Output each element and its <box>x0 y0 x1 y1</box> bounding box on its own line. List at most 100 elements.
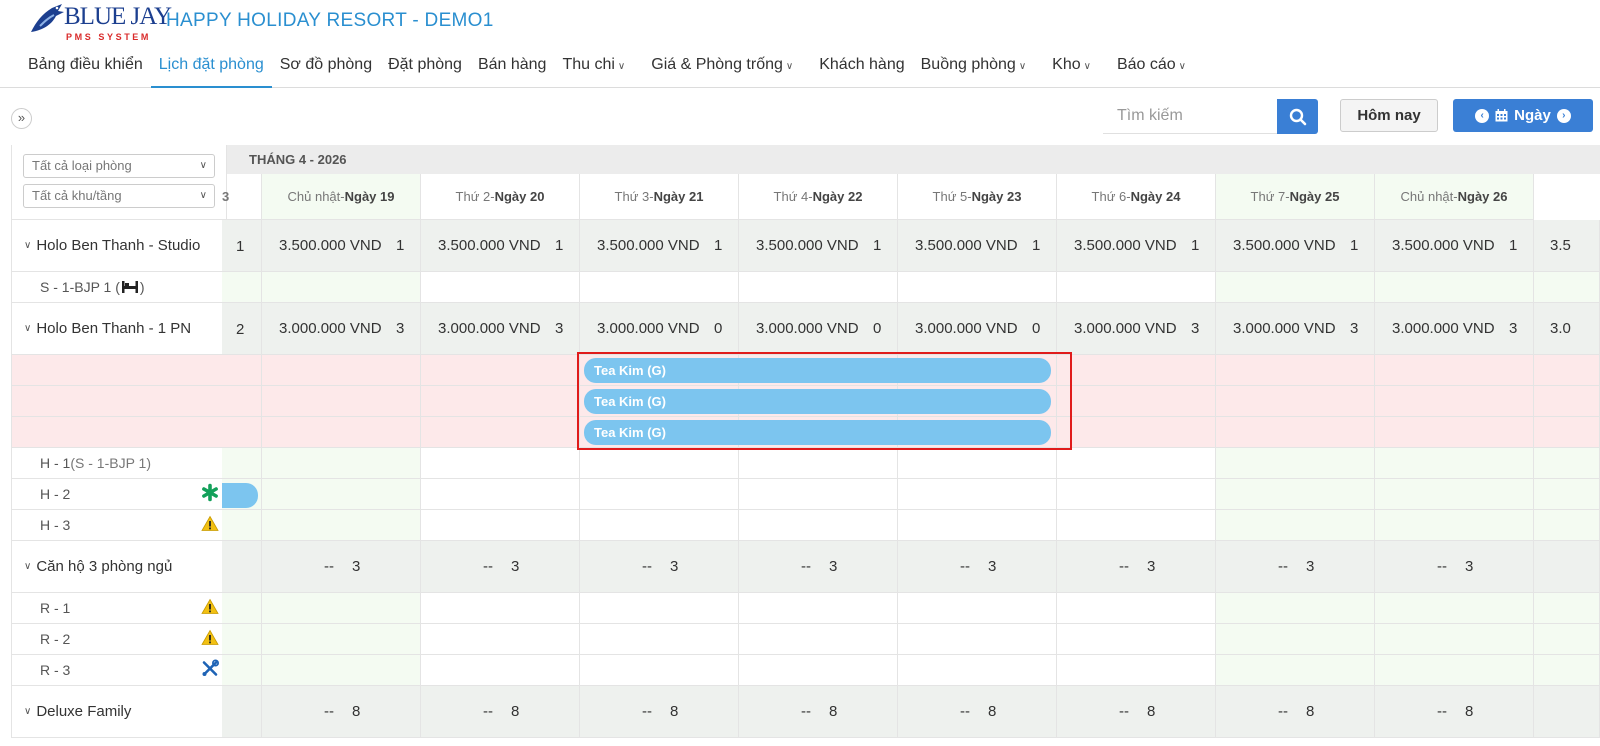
booking-cell[interactable] <box>421 448 580 479</box>
nav-item-4[interactable]: Bán hàng <box>470 52 555 88</box>
booking-cell[interactable] <box>739 479 898 510</box>
booking-cell[interactable] <box>1375 417 1534 448</box>
day-header[interactable]: Thứ 7-Ngày 25 <box>1216 174 1375 220</box>
day-header[interactable]: Thứ 5-Ngày 23 <box>898 174 1057 220</box>
booking-cell[interactable] <box>1375 355 1534 386</box>
rate-cell[interactable]: 3.500.000 VND 1 <box>739 220 898 272</box>
booking-cell[interactable] <box>898 593 1057 624</box>
chevron-down-icon[interactable]: ∨ <box>24 706 31 717</box>
booking-cell[interactable] <box>262 386 421 417</box>
booking-cell[interactable] <box>421 417 580 448</box>
booking-cell[interactable] <box>1057 386 1216 417</box>
rate-cell[interactable]: 3.500.000 VND 1 <box>1216 220 1375 272</box>
booking-cell[interactable] <box>421 355 580 386</box>
nav-item-9[interactable]: Kho ∨ <box>1044 52 1099 88</box>
warning-icon[interactable] <box>201 515 219 535</box>
rate-cell[interactable]: 3.000.000 VND 0 <box>898 303 1057 355</box>
rate-cell[interactable]: 3.500.000 VND 1 <box>421 220 580 272</box>
rate-cell[interactable]: -- 3 <box>739 541 898 593</box>
booking-cell[interactable] <box>739 510 898 541</box>
booking-cell[interactable] <box>421 386 580 417</box>
rate-cell[interactable]: 3.500.000 VND 1 <box>1057 220 1216 272</box>
nav-item-2[interactable]: Sơ đồ phòng <box>272 52 380 88</box>
booking-cell[interactable] <box>1216 448 1375 479</box>
chevron-down-icon[interactable]: ∨ <box>24 323 31 334</box>
booking-cell[interactable] <box>580 272 739 303</box>
booking-cell[interactable] <box>1057 417 1216 448</box>
chevron-down-icon[interactable]: ∨ <box>24 561 31 572</box>
rate-cell[interactable]: -- 3 <box>1216 541 1375 593</box>
booking-cell[interactable] <box>421 593 580 624</box>
booking-cell[interactable] <box>1057 448 1216 479</box>
rate-cell[interactable]: 3.000.000 VND 3 <box>421 303 580 355</box>
booking-bar[interactable]: Tea Kim (G) <box>584 420 1051 445</box>
booking-cell[interactable] <box>262 355 421 386</box>
today-button[interactable]: Hôm nay <box>1340 99 1438 132</box>
asterisk-icon[interactable] <box>201 483 219 505</box>
nav-item-5[interactable]: Thu chi ∨ <box>554 52 633 88</box>
booking-cell[interactable] <box>262 479 421 510</box>
room-type-group-label[interactable]: ∨ Holo Ben Thanh - 1 PN <box>11 303 227 355</box>
rate-cell[interactable]: 3.000.000 VND 3 <box>262 303 421 355</box>
booking-cell[interactable] <box>898 272 1057 303</box>
booking-cell[interactable] <box>898 479 1057 510</box>
booking-cell[interactable] <box>1375 479 1534 510</box>
day-header[interactable]: Thứ 2-Ngày 20 <box>421 174 580 220</box>
booking-bar[interactable]: Tea Kim (G) <box>584 358 1051 383</box>
day-header[interactable]: Thứ 4-Ngày 22 <box>739 174 898 220</box>
booking-cell[interactable] <box>1216 272 1375 303</box>
warning-icon[interactable] <box>201 629 219 649</box>
booking-cell[interactable] <box>739 624 898 655</box>
booking-cell[interactable] <box>1216 479 1375 510</box>
booking-cell[interactable] <box>739 593 898 624</box>
booking-cell[interactable] <box>1375 448 1534 479</box>
rate-cell[interactable]: -- 8 <box>898 686 1057 738</box>
rate-cell[interactable]: -- 8 <box>739 686 898 738</box>
chevron-right-icon[interactable]: › <box>1556 108 1571 123</box>
rate-cell[interactable]: -- 3 <box>1375 541 1534 593</box>
nav-item-3[interactable]: Đặt phòng <box>380 52 470 88</box>
booking-cell[interactable] <box>580 624 739 655</box>
rate-cell[interactable]: -- 3 <box>580 541 739 593</box>
room-type-group-label[interactable]: ∨ Holo Ben Thanh - Studio <box>11 220 227 272</box>
day-view-button[interactable]: ‹ Ngày › <box>1453 99 1593 132</box>
booking-cell[interactable] <box>262 593 421 624</box>
rate-cell[interactable]: 3.500.000 VND 1 <box>898 220 1057 272</box>
rate-cell[interactable]: 3.000.000 VND 3 <box>1057 303 1216 355</box>
booking-cell[interactable] <box>421 510 580 541</box>
rate-cell[interactable]: -- 3 <box>262 541 421 593</box>
rate-cell[interactable]: -- 8 <box>421 686 580 738</box>
search-button[interactable] <box>1277 99 1318 134</box>
nav-item-1[interactable]: Lịch đặt phòng <box>150 52 272 88</box>
booking-cell[interactable] <box>1057 593 1216 624</box>
booking-cell[interactable] <box>898 655 1057 686</box>
booking-cell[interactable] <box>262 655 421 686</box>
booking-cell[interactable] <box>739 272 898 303</box>
booking-cell[interactable] <box>580 593 739 624</box>
booking-cell[interactable] <box>739 448 898 479</box>
booking-cell[interactable] <box>898 448 1057 479</box>
day-header[interactable]: Chủ nhật-Ngày 19 <box>262 174 421 220</box>
chevron-down-icon[interactable]: ∨ <box>24 240 31 251</box>
rate-cell[interactable]: 3.500.000 VND 1 <box>1375 220 1534 272</box>
booking-cell[interactable] <box>1216 355 1375 386</box>
booking-cell[interactable] <box>1216 655 1375 686</box>
room-type-group-label[interactable]: ∨ Căn hộ 3 phòng ngủ <box>11 541 227 593</box>
nav-item-8[interactable]: Buồng phòng ∨ <box>913 52 1035 88</box>
booking-bar-partial[interactable] <box>222 483 258 508</box>
booking-cell[interactable] <box>1216 417 1375 448</box>
booking-cell[interactable] <box>1057 655 1216 686</box>
booking-cell[interactable] <box>1216 624 1375 655</box>
booking-cell[interactable] <box>262 417 421 448</box>
booking-cell[interactable] <box>262 624 421 655</box>
booking-cell[interactable] <box>1216 386 1375 417</box>
booking-cell[interactable] <box>1057 510 1216 541</box>
booking-cell[interactable] <box>1057 624 1216 655</box>
rate-cell[interactable]: -- 8 <box>580 686 739 738</box>
booking-cell[interactable] <box>1057 479 1216 510</box>
rate-cell[interactable]: -- 8 <box>1057 686 1216 738</box>
booking-cell[interactable] <box>1375 655 1534 686</box>
booking-cell[interactable] <box>580 510 739 541</box>
booking-cell[interactable] <box>262 272 421 303</box>
booking-cell[interactable] <box>1375 272 1534 303</box>
